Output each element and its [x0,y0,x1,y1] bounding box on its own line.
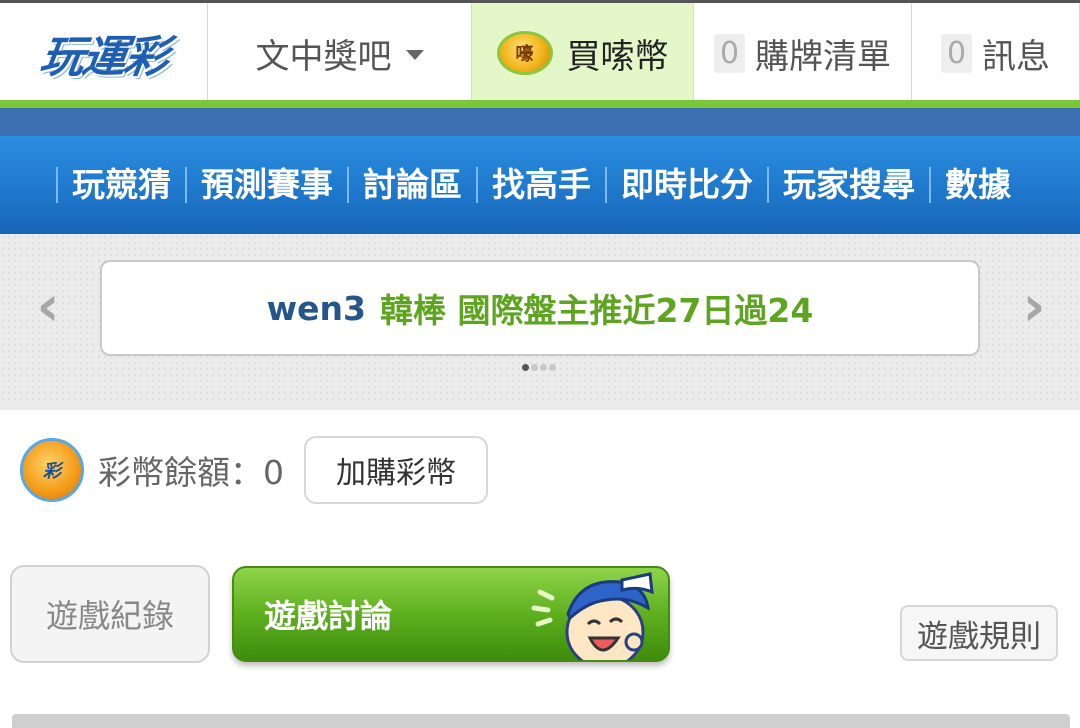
nav-item-livescore[interactable]: 即時比分 [605,167,767,203]
carousel-dot[interactable] [549,364,556,371]
logo: 玩運彩 [36,32,170,83]
message-count-badge: 0 [940,33,973,73]
carousel-dots [522,364,556,371]
nav-item-guess[interactable]: 玩競猜 [56,167,185,203]
chevron-left-icon[interactable]: ‹ [28,279,68,335]
nav-item-experts[interactable]: 找高手 [476,167,605,203]
nav-item-forum[interactable]: 討論區 [347,167,476,203]
cart-label: 購牌清單 [755,36,892,77]
mascot-icon [531,572,654,660]
nav-item-stats[interactable]: 數據 [929,167,1025,203]
banner-slide[interactable]: wen3 韓棒 國際盤主推近27日過24 [100,260,980,356]
buy-coin-button[interactable]: 嚎 買嗦幣 [472,3,694,103]
chevron-right-icon[interactable]: › [1014,279,1054,335]
user-dropdown-label: 文中獎吧 [255,36,392,77]
carousel-dot[interactable] [540,364,547,371]
nav-top-band [0,108,1080,136]
logo-link[interactable]: 玩運彩 [0,3,208,103]
add-coins-button[interactable]: 加購彩幣 [304,436,488,504]
carousel-dot[interactable] [531,364,538,371]
user-dropdown[interactable]: 文中獎吧 [208,3,472,103]
buy-coin-label: 買嗦幣 [566,36,669,77]
tab-game-discussion[interactable]: 遊戲討論 [232,566,670,662]
banner-username: wen3 [266,288,366,328]
messages-button[interactable]: 0 訊息 [912,3,1080,103]
coin-icon: 嚎 [496,31,553,75]
caret-down-icon [405,50,424,60]
messages-label: 訊息 [982,36,1051,77]
balance-row: 彩 彩幣餘額：0 加購彩幣 [20,436,488,504]
main-nav: 玩競猜 預測賽事 討論區 找高手 即時比分 玩家搜尋 數據 [0,136,1080,234]
content-panel-top [12,714,1070,728]
top-bar: 玩運彩 文中獎吧 嚎 買嗦幣 0 購牌清單 0 訊息 [0,0,1080,103]
cart-count-badge: 0 [713,33,746,73]
cart-button[interactable]: 0 購牌清單 [694,3,912,103]
balance-label: 彩幣餘額：0 [98,453,284,492]
header-accent-line [0,100,1080,108]
tab-game-discussion-label: 遊戲討論 [264,597,393,635]
lottery-coin-icon: 彩 [20,438,84,502]
wave-divider [0,402,1080,414]
nav-item-player-search[interactable]: 玩家搜尋 [767,167,929,203]
tab-game-rules[interactable]: 遊戲規則 [900,605,1058,661]
nav-item-predict[interactable]: 預測賽事 [185,167,347,203]
tab-game-record[interactable]: 遊戲紀錄 [10,565,210,663]
carousel-dot[interactable] [522,364,529,371]
banner-message: 韓棒 國際盤主推近27日過24 [379,291,814,330]
